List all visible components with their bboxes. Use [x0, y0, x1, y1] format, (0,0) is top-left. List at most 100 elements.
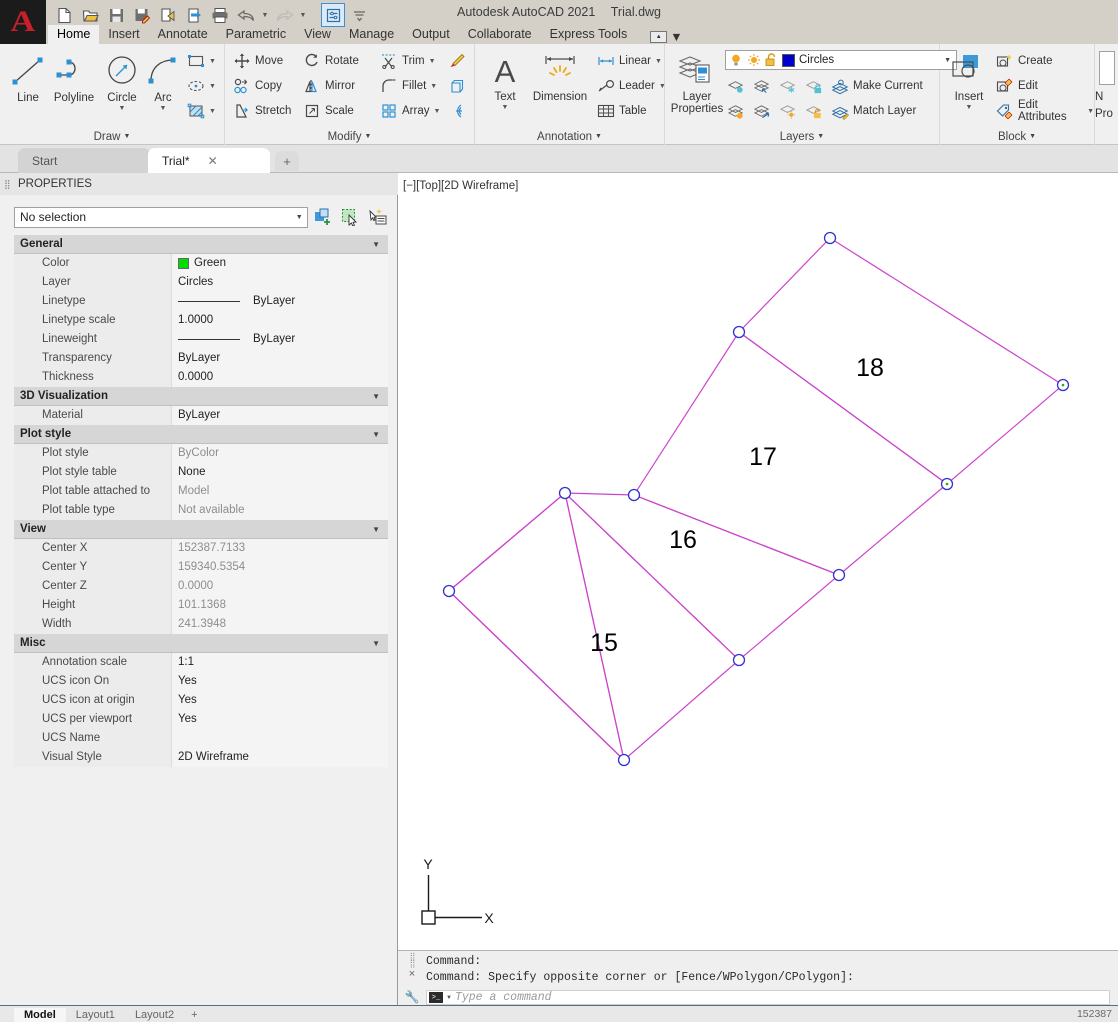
- draw-ellipse-button[interactable]: ▼: [187, 74, 216, 98]
- property-row-thickness[interactable]: Thickness 0.0000: [14, 367, 388, 387]
- modify-trim-dropdown-icon[interactable]: ▼: [429, 58, 436, 65]
- property-value[interactable]: 2D Wireframe: [172, 747, 388, 767]
- layer-unisolate-button[interactable]: [753, 74, 771, 98]
- panel-block-title[interactable]: Block ▼: [940, 131, 1094, 143]
- block-insert-button[interactable]: Insert ▼: [945, 49, 993, 111]
- draw-polyline-button[interactable]: Polyline: [45, 50, 103, 104]
- selection-combo-dropdown-icon[interactable]: ▼: [296, 214, 307, 221]
- drawing-canvas[interactable]: [−][Top][2D Wireframe] 15 16 17 18 Y X: [398, 173, 1118, 950]
- quick-select-icon[interactable]: [313, 207, 335, 228]
- draw-circle-button[interactable]: Circle ▼: [98, 50, 146, 112]
- property-value[interactable]: 1:1: [172, 652, 388, 672]
- property-value[interactable]: ByLayer: [172, 329, 388, 349]
- modify-explode-button[interactable]: [447, 74, 465, 98]
- property-value[interactable]: None: [172, 462, 388, 482]
- property-group-3d-visualization[interactable]: 3D Visualization ▼: [14, 387, 388, 406]
- property-row-color[interactable]: Color Green: [14, 253, 388, 273]
- properties-color-control[interactable]: [1099, 51, 1115, 85]
- layer-on-icon[interactable]: [729, 53, 743, 67]
- document-tab-trial[interactable]: Trial* ✕: [148, 148, 270, 173]
- ribbon-tab-collaborate[interactable]: Collaborate: [459, 25, 541, 44]
- layout-tab-model[interactable]: Model: [14, 1008, 66, 1022]
- panel-annotation-title[interactable]: Annotation ▼: [475, 131, 664, 143]
- property-row-visual-style[interactable]: Visual Style 2D Wireframe: [14, 747, 388, 767]
- draw-circle-dropdown-icon[interactable]: ▼: [119, 105, 126, 112]
- property-row-ucs-per-viewport[interactable]: UCS per viewport Yes: [14, 709, 388, 729]
- modify-fillet-button[interactable]: Fillet ▼: [380, 74, 437, 98]
- layer-properties-button[interactable]: Layer Properties: [669, 49, 725, 115]
- property-row-ucs-icon-at-origin[interactable]: UCS icon at origin Yes: [14, 690, 388, 710]
- draw-ellipse-dropdown-icon[interactable]: ▼: [209, 83, 216, 90]
- property-row-layer[interactable]: Layer Circles: [14, 272, 388, 292]
- property-value[interactable]: Yes: [172, 671, 388, 691]
- viewport-controls-label[interactable]: [−][Top][2D Wireframe]: [403, 180, 518, 192]
- layer-turn-all-on-button[interactable]: [753, 99, 771, 123]
- modify-rotate-button[interactable]: Rotate: [303, 49, 359, 73]
- modify-mirror-button[interactable]: Mirror: [303, 74, 355, 98]
- draw-rectangle-dropdown-icon[interactable]: ▼: [209, 58, 216, 65]
- annotation-linear-dropdown-icon[interactable]: ▼: [655, 58, 662, 65]
- modify-erase-button[interactable]: [447, 49, 465, 73]
- ribbon-tab-home[interactable]: Home: [48, 25, 100, 44]
- modify-array-dropdown-icon[interactable]: ▼: [433, 108, 440, 115]
- layer-freeze-button[interactable]: [779, 74, 797, 98]
- block-create-button[interactable]: Create: [996, 49, 1053, 73]
- draw-hatch-dropdown-icon[interactable]: ▼: [209, 108, 216, 115]
- draw-hatch-button[interactable]: ▼: [187, 99, 216, 123]
- property-group-general[interactable]: General ▼: [14, 235, 388, 254]
- block-insert-dropdown-icon[interactable]: ▼: [966, 104, 973, 111]
- property-value[interactable]: 1.0000: [172, 310, 388, 330]
- layer-thaw-all-button[interactable]: [779, 99, 797, 123]
- layer-thaw-icon[interactable]: [747, 53, 761, 67]
- modify-offset-button[interactable]: [447, 99, 465, 123]
- layout-tab-layout1[interactable]: Layout1: [66, 1008, 125, 1022]
- property-value[interactable]: ByLayer: [172, 348, 388, 368]
- panel-modify-title[interactable]: Modify ▼: [225, 131, 474, 143]
- annotation-linear-button[interactable]: Linear ▼: [597, 49, 662, 73]
- modify-copy-button[interactable]: Copy: [233, 74, 282, 98]
- property-value[interactable]: ByLayer: [172, 291, 388, 311]
- panel-layers-title[interactable]: Layers ▼: [665, 131, 939, 143]
- property-value[interactable]: Yes: [172, 690, 388, 710]
- property-row-linetype-scale[interactable]: Linetype scale 1.0000: [14, 310, 388, 330]
- ribbon-tab-express-tools[interactable]: Express Tools: [541, 25, 637, 44]
- modify-trim-button[interactable]: Trim ▼: [380, 49, 436, 73]
- modify-array-button[interactable]: Array ▼: [380, 99, 440, 123]
- palette-grip-icon[interactable]: ⣿: [4, 179, 14, 190]
- ribbon-tab-annotate[interactable]: Annotate: [149, 25, 217, 44]
- layer-lock-button[interactable]: [805, 74, 823, 98]
- property-group-plot-style[interactable]: Plot style ▼: [14, 425, 388, 444]
- close-tab-icon[interactable]: ✕: [208, 154, 218, 168]
- property-value[interactable]: 0.0000: [172, 367, 388, 387]
- selection-combo[interactable]: No selection ▼: [14, 206, 308, 228]
- annotation-leader-button[interactable]: Leader ▼: [597, 74, 666, 98]
- annotation-text-button[interactable]: A Text ▼: [483, 49, 527, 111]
- select-objects-icon[interactable]: [339, 207, 361, 228]
- layer-unlock-2-button[interactable]: [805, 99, 823, 123]
- block-edit-button[interactable]: Edit: [996, 74, 1038, 98]
- wrench-icon[interactable]: 🔧: [400, 990, 424, 1004]
- block-edit-attributes-button[interactable]: Edit Attributes ▼: [996, 99, 1094, 123]
- property-value[interactable]: Yes: [172, 709, 388, 729]
- current-layer-combo[interactable]: Circles ▼: [725, 50, 957, 70]
- draw-arc-button[interactable]: Arc ▼: [142, 50, 184, 112]
- layer-unlock-icon[interactable]: [765, 53, 778, 67]
- command-prompt-icon[interactable]: >_: [429, 992, 443, 1003]
- document-tab-start[interactable]: Start: [18, 148, 150, 173]
- annotation-table-button[interactable]: Table: [597, 99, 647, 123]
- ribbon-tab-manage[interactable]: Manage: [340, 25, 403, 44]
- layer-off-button[interactable]: [727, 99, 745, 123]
- quick-properties-icon[interactable]: [366, 207, 388, 228]
- modify-scale-button[interactable]: Scale: [303, 99, 354, 123]
- property-value[interactable]: ByLayer: [172, 405, 388, 425]
- new-document-tab-button[interactable]: +: [275, 151, 299, 171]
- ribbon-minimize-icon[interactable]: ▲: [650, 31, 668, 43]
- command-prompt-dropdown-icon[interactable]: ▼: [446, 995, 452, 1001]
- ribbon-minimize-dropdown-icon[interactable]: ▼: [670, 30, 682, 44]
- property-row-linetype[interactable]: Linetype ByLayer: [14, 291, 388, 311]
- layout-tab-layout2[interactable]: Layout2: [125, 1008, 184, 1022]
- draw-arc-dropdown-icon[interactable]: ▼: [160, 105, 167, 112]
- property-row-plot-style-table[interactable]: Plot style table None: [14, 462, 388, 482]
- add-layout-button[interactable]: +: [184, 1008, 204, 1022]
- property-row-lineweight[interactable]: Lineweight ByLayer: [14, 329, 388, 349]
